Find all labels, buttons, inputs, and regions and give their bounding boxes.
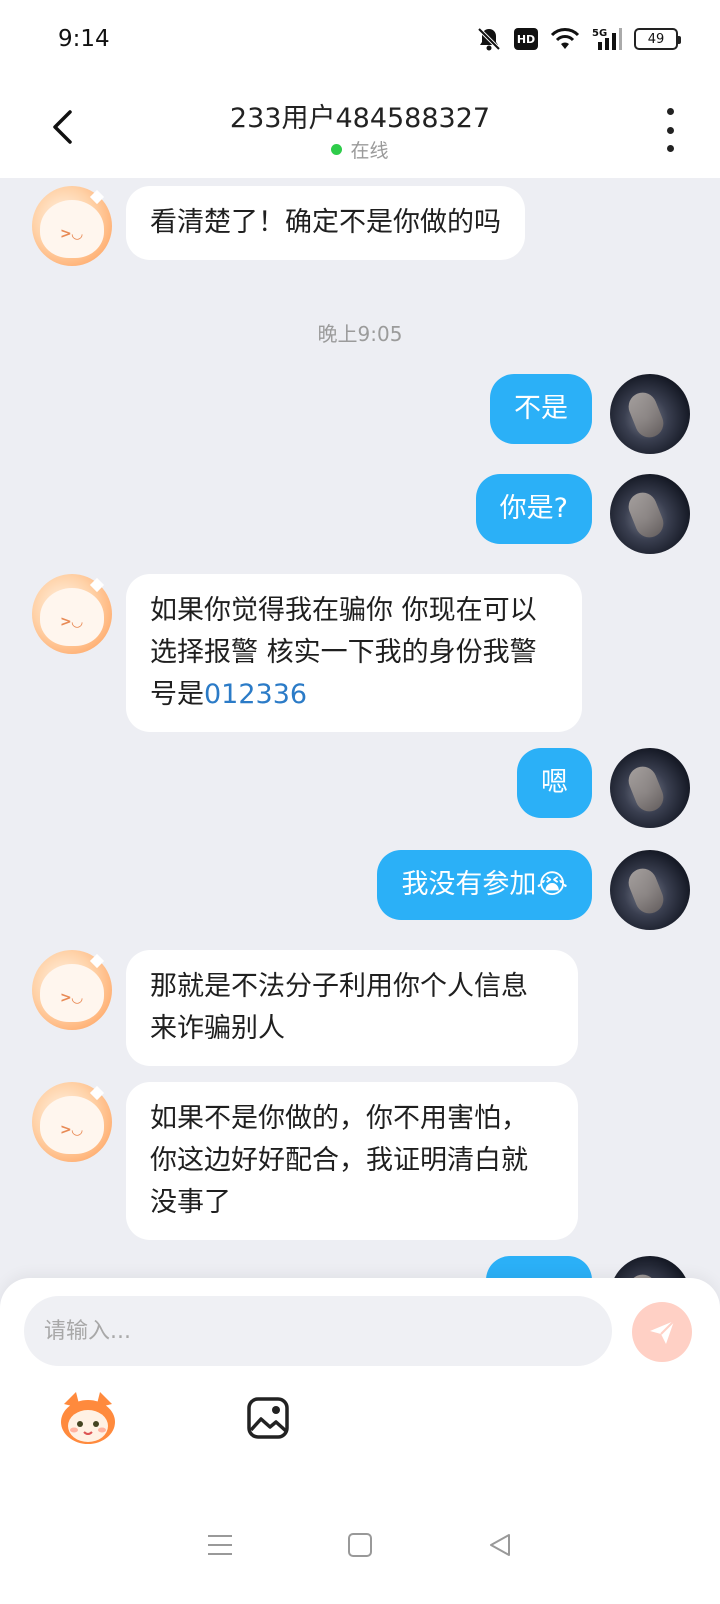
contact-avatar[interactable]: >◡ xyxy=(32,186,112,266)
user-avatar[interactable] xyxy=(610,374,690,454)
image-picker-button[interactable] xyxy=(246,1396,290,1440)
message-outgoing: 你是? xyxy=(475,474,690,554)
image-icon xyxy=(247,1397,289,1439)
status-icons: HD 5G 49 xyxy=(476,26,681,52)
message-bubble[interactable]: 嗯 xyxy=(517,748,592,818)
contact-avatar[interactable]: >◡ xyxy=(32,950,112,1030)
svg-text:5G: 5G xyxy=(592,28,607,39)
message-bubble[interactable]: 如果不是你做的，你不用害怕，你这边好好配合，我证明清白就没事了 xyxy=(126,1082,578,1240)
message-input[interactable] xyxy=(44,1318,612,1344)
message-outgoing: 我没有参加😭 xyxy=(377,850,690,930)
status-bar: 9:14 HD 5G 49 xyxy=(0,0,720,82)
message-outgoing: 嗯 xyxy=(517,748,690,828)
message-incoming: >◡ 那就是不法分子利用你个人信息来诈骗别人 xyxy=(32,950,578,1066)
message-timestamp: 晚上9:05 xyxy=(317,322,403,346)
message-bubble[interactable]: 如果你觉得我在骗你 你现在可以选择报警 核实一下我的身份我警号是012336 xyxy=(126,574,582,732)
chat-header: 233用户484588327 在线 xyxy=(0,82,720,178)
message-bubble[interactable]: 我没有参加😭 xyxy=(377,850,592,920)
back-nav-button[interactable] xyxy=(480,1525,520,1565)
system-nav-bar xyxy=(0,1486,720,1604)
dot xyxy=(666,108,674,115)
message-incoming: >◡ 如果你觉得我在骗你 你现在可以选择报警 核实一下我的身份我警号是01233… xyxy=(32,574,582,732)
menu-lines-icon xyxy=(208,1535,232,1555)
send-icon xyxy=(650,1320,675,1344)
message-bubble[interactable]: 那就是不法分子利用你个人信息来诈骗别人 xyxy=(126,950,578,1066)
wifi-icon xyxy=(550,26,580,52)
presence-status: 在线 xyxy=(0,136,720,163)
message-incoming: >◡ 如果不是你做的，你不用害怕，你这边好好配合，我证明清白就没事了 xyxy=(32,1082,578,1240)
home-button[interactable] xyxy=(340,1525,380,1565)
more-options-button[interactable] xyxy=(660,108,680,152)
battery-icon: 49 xyxy=(634,28,681,50)
user-avatar[interactable] xyxy=(610,474,690,554)
message-bubble[interactable]: 不是 xyxy=(490,374,592,444)
mute-bell-icon xyxy=(476,26,502,52)
dot xyxy=(666,126,674,134)
user-avatar[interactable] xyxy=(610,850,690,930)
status-time: 9:14 xyxy=(58,26,110,52)
sticker-mascot-button[interactable] xyxy=(58,1390,118,1446)
dot xyxy=(666,145,674,152)
contact-avatar[interactable]: >◡ xyxy=(32,1082,112,1162)
online-dot-icon xyxy=(331,144,343,155)
contact-avatar[interactable]: >◡ xyxy=(32,574,112,654)
5g-signal-icon: 5G xyxy=(592,26,622,52)
message-list[interactable]: >◡ 看清楚了！确定不是你做的吗 晚上9:05 不是 你是? >◡ 如果你觉得我… xyxy=(0,178,720,1336)
message-bubble[interactable]: 你是? xyxy=(475,474,592,544)
message-input-box[interactable] xyxy=(24,1296,612,1366)
mascot-sticker-icon xyxy=(61,1392,115,1444)
message-bubble[interactable]: 看清楚了！确定不是你做的吗 xyxy=(126,186,525,260)
chat-screen: 9:14 HD 5G 49 233用户484588327 在线 >◡ 看清楚了！… xyxy=(0,0,720,1604)
hd-icon: HD xyxy=(514,28,538,50)
square-icon xyxy=(348,1533,372,1557)
presence-label: 在线 xyxy=(350,140,389,162)
contact-name: 233用户484588327 xyxy=(229,103,491,134)
message-incoming: >◡ 看清楚了！确定不是你做的吗 xyxy=(32,186,525,266)
message-outgoing: 不是 xyxy=(490,374,690,454)
user-avatar[interactable] xyxy=(610,748,690,828)
send-button[interactable] xyxy=(632,1302,692,1362)
triangle-back-icon xyxy=(490,1534,510,1556)
badge-number-link[interactable]: 012336 xyxy=(204,679,307,710)
recents-button[interactable] xyxy=(200,1525,240,1565)
